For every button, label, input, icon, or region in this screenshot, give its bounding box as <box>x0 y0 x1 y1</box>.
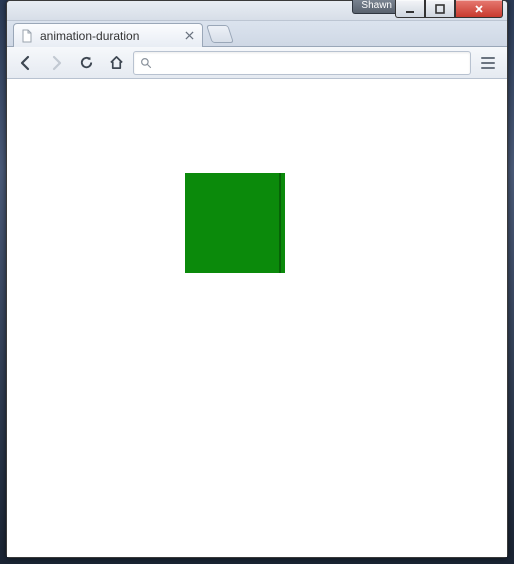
page-viewport <box>7 79 507 557</box>
tab-strip: animation-duration <box>7 21 507 47</box>
arrow-right-icon <box>48 55 64 71</box>
navigation-toolbar <box>7 47 507 79</box>
reload-icon <box>79 55 94 70</box>
reload-button[interactable] <box>73 51 99 75</box>
minimize-button[interactable] <box>395 0 425 18</box>
close-icon <box>185 31 194 40</box>
close-button[interactable] <box>455 0 503 18</box>
animated-box <box>185 173 285 273</box>
browser-window: Shawn animation-duration <box>6 0 508 558</box>
url-input[interactable] <box>158 55 464 70</box>
file-icon <box>20 29 34 43</box>
maximize-button[interactable] <box>425 0 455 18</box>
home-icon <box>109 55 124 70</box>
arrow-left-icon <box>18 55 34 71</box>
window-titlebar: Shawn <box>7 1 507 21</box>
hamburger-icon <box>481 57 495 59</box>
minimize-icon <box>404 3 416 15</box>
close-icon <box>473 3 485 15</box>
new-tab-button[interactable] <box>206 25 234 43</box>
address-bar[interactable] <box>133 51 471 75</box>
maximize-icon <box>434 3 446 15</box>
window-controls <box>395 0 503 18</box>
user-profile-badge[interactable]: Shawn <box>352 0 401 14</box>
tab-close-button[interactable] <box>182 29 196 43</box>
back-button[interactable] <box>13 51 39 75</box>
menu-button[interactable] <box>475 51 501 75</box>
search-icon <box>140 57 152 69</box>
tab-title: animation-duration <box>40 29 139 43</box>
forward-button[interactable] <box>43 51 69 75</box>
home-button[interactable] <box>103 51 129 75</box>
browser-tab[interactable]: animation-duration <box>13 23 203 47</box>
